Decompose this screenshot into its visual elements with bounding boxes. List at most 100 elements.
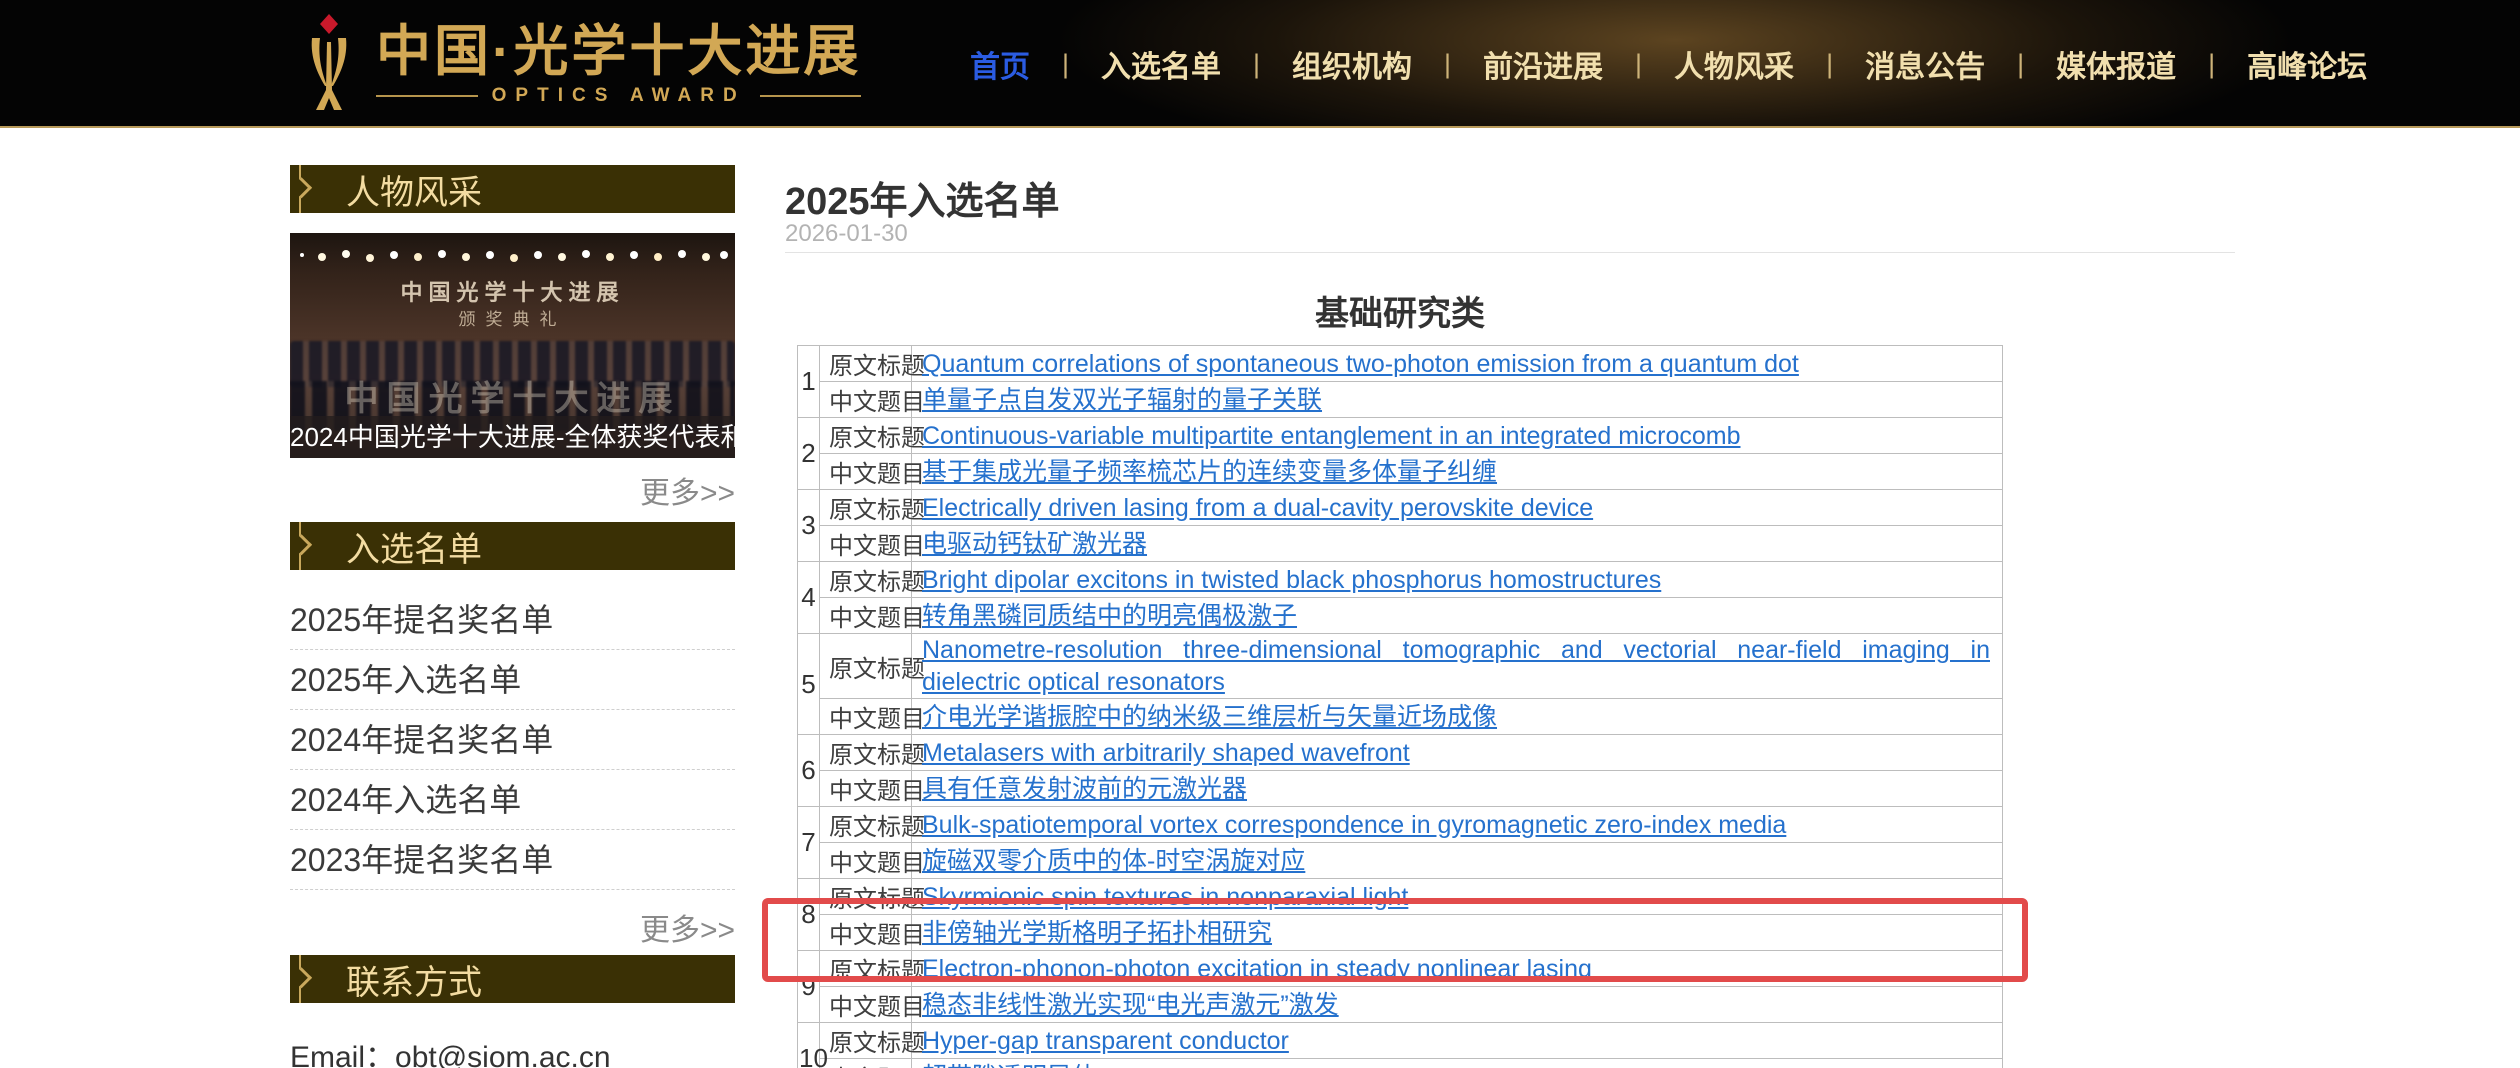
entry-link-chinese-9[interactable]: 稳态非线性激光实现“电光声激元”激发 xyxy=(922,991,1339,1019)
entry-row-original-7: 7原文标题Bulk-spatiotemporal vortex correspo… xyxy=(798,807,2003,843)
logo-subtitle-row: OPTICS AWARD xyxy=(376,85,861,107)
label-chinese-title: 中文题目 xyxy=(820,526,912,562)
sidebar-list-item-1[interactable]: 2025年入选名单 xyxy=(290,650,735,710)
divider xyxy=(785,252,2235,253)
category-heading: 基础研究类 xyxy=(797,286,2003,335)
logo-text: 中国·光学十大进展 OPTICS AWARD xyxy=(376,21,861,107)
main-nav: 首页|入选名单|组织机构|前沿进展|人物风采|消息公告|媒体报道|高峰论坛 xyxy=(960,0,2377,128)
entry-link-chinese-2[interactable]: 基于集成光量子频率梳芯片的连续变量多体量子纠缠 xyxy=(922,458,1497,486)
entry-link-original-1[interactable]: Quantum correlations of spontaneous two-… xyxy=(922,350,1799,378)
entry-number-6: 6 xyxy=(798,735,820,807)
nav-item-3[interactable]: 前沿进展 xyxy=(1473,36,1613,92)
trophy-icon xyxy=(298,12,360,116)
sidebar-header-lists-label: 入选名单 xyxy=(346,522,482,571)
photo-watermark-text: 中国光学十大进展 xyxy=(290,371,735,420)
entry-link-original-5[interactable]: Nanometre-resolution three-dimensional t… xyxy=(922,636,1990,696)
nav-separator: | xyxy=(1040,49,1091,80)
cell-original-title: Electrically driven lasing from a dual-c… xyxy=(912,490,2003,526)
chevron-right-icon xyxy=(291,177,312,198)
entry-link-original-6[interactable]: Metalasers with arbitrarily shaped wavef… xyxy=(922,739,1410,767)
sidebar-list-item-3[interactable]: 2024年入选名单 xyxy=(290,770,735,830)
nav-item-7[interactable]: 高峰论坛 xyxy=(2237,36,2377,92)
chevron-right-icon xyxy=(291,967,312,988)
entry-row-chinese-2: 中文题目基于集成光量子频率梳芯片的连续变量多体量子纠缠 xyxy=(798,454,2003,490)
entry-link-chinese-5[interactable]: 介电光学谐振腔中的纳米级三维层析与矢量近场成像 xyxy=(922,703,1497,731)
cell-original-title: Electron-phonon-photon excitation in ste… xyxy=(912,951,2003,987)
nav-item-1[interactable]: 入选名单 xyxy=(1091,36,1231,92)
cell-chinese-title: 基于集成光量子频率梳芯片的连续变量多体量子纠缠 xyxy=(912,454,2003,490)
label-chinese-title: 中文题目 xyxy=(820,987,912,1023)
label-chinese-title: 中文题目 xyxy=(820,1059,912,1068)
nav-separator: | xyxy=(1613,49,1664,80)
entry-link-original-7[interactable]: Bulk-spatiotemporal vortex correspondenc… xyxy=(922,811,1786,839)
entry-link-original-4[interactable]: Bright dipolar excitons in twisted black… xyxy=(922,566,1661,594)
cell-chinese-title: 转角黑磷同质结中的明亮偶极激子 xyxy=(912,598,2003,634)
entry-link-chinese-4[interactable]: 转角黑磷同质结中的明亮偶极激子 xyxy=(922,602,1297,630)
sidebar-list: 2025年提名奖名单2025年入选名单2024年提名奖名单2024年入选名单20… xyxy=(290,590,735,890)
entry-row-original-10: 10原文标题Hyper-gap transparent conductor xyxy=(798,1023,2003,1059)
cell-chinese-title: 单量子点自发双光子辐射的量子关联 xyxy=(912,382,2003,418)
logo-subtitle: OPTICS AWARD xyxy=(478,85,760,107)
photo-caption: 2024中国光学十大进展-全体获奖代表和颁奖嘉宾合影 xyxy=(290,416,735,458)
label-original-title: 原文标题 xyxy=(820,634,912,699)
entry-link-original-9[interactable]: Electron-phonon-photon excitation in ste… xyxy=(922,955,1592,983)
sidebar-list-item-4[interactable]: 2023年提名奖名单 xyxy=(290,830,735,890)
entry-number-10: 10 xyxy=(798,1023,820,1068)
entry-link-chinese-7[interactable]: 旋磁双零介质中的体-时空涡旋对应 xyxy=(922,847,1305,875)
entry-link-chinese-10[interactable]: 超带隙透明导体 xyxy=(922,1063,1097,1068)
page: 中国·光学十大进展 OPTICS AWARD 首页|入选名单|组织机构|前沿进展… xyxy=(0,0,2520,1068)
site-logo[interactable]: 中国·光学十大进展 OPTICS AWARD xyxy=(298,12,861,116)
cell-chinese-title: 具有任意发射波前的元激光器 xyxy=(912,771,2003,807)
sidebar-header-contact: 联系方式 xyxy=(290,955,735,1003)
entry-number-5: 5 xyxy=(798,634,820,735)
entry-number-8: 8 xyxy=(798,879,820,951)
entry-row-chinese-6: 中文题目具有任意发射波前的元激光器 xyxy=(798,771,2003,807)
label-original-title: 原文标题 xyxy=(820,490,912,526)
label-original-title: 原文标题 xyxy=(820,1023,912,1059)
entry-link-chinese-8[interactable]: 非傍轴光学斯格明子拓扑相研究 xyxy=(922,919,1272,947)
cell-original-title: Metalasers with arbitrarily shaped wavef… xyxy=(912,735,2003,771)
page-title: 2025年入选名单 xyxy=(785,170,1060,225)
entry-link-chinese-6[interactable]: 具有任意发射波前的元激光器 xyxy=(922,775,1247,803)
label-original-title: 原文标题 xyxy=(820,879,912,915)
sidebar-list-item-2[interactable]: 2024年提名奖名单 xyxy=(290,710,735,770)
nav-item-4[interactable]: 人物风采 xyxy=(1664,36,1804,92)
label-chinese-title: 中文题目 xyxy=(820,598,912,634)
entry-row-original-6: 6原文标题Metalasers with arbitrarily shaped … xyxy=(798,735,2003,771)
sidebar-header-lists: 入选名单 xyxy=(290,522,735,570)
contact-email: Email：obt@siom.ac.cn xyxy=(290,1032,735,1068)
nav-item-5[interactable]: 消息公告 xyxy=(1855,36,1995,92)
nav-item-6[interactable]: 媒体报道 xyxy=(2046,36,2186,92)
sidebar-header-people: 人物风采 xyxy=(290,165,735,213)
cell-original-title: Skyrmionic spin textures in nonparaxial … xyxy=(912,879,2003,915)
entry-number-1: 1 xyxy=(798,346,820,418)
entry-row-chinese-4: 中文题目转角黑磷同质结中的明亮偶极激子 xyxy=(798,598,2003,634)
nav-item-2[interactable]: 组织机构 xyxy=(1282,36,1422,92)
entry-link-chinese-3[interactable]: 电驱动钙钛矿激光器 xyxy=(922,530,1147,558)
photo-backdrop-title: 中国光学十大进展 xyxy=(290,275,735,307)
sidebar-header-contact-label: 联系方式 xyxy=(346,955,482,1004)
nav-item-0[interactable]: 首页 xyxy=(960,36,1040,92)
sidebar-list-item-0[interactable]: 2025年提名奖名单 xyxy=(290,590,735,650)
cell-chinese-title: 旋磁双零介质中的体-时空涡旋对应 xyxy=(912,843,2003,879)
entry-link-original-2[interactable]: Continuous-variable multipartite entangl… xyxy=(922,422,1741,450)
nav-separator: | xyxy=(1422,49,1473,80)
entry-link-original-8[interactable]: Skyrmionic spin textures in nonparaxial … xyxy=(922,883,1408,911)
entry-row-chinese-3: 中文题目电驱动钙钛矿激光器 xyxy=(798,526,2003,562)
label-chinese-title: 中文题目 xyxy=(820,915,912,951)
label-chinese-title: 中文题目 xyxy=(820,382,912,418)
entry-link-chinese-1[interactable]: 单量子点自发双光子辐射的量子关联 xyxy=(922,386,1322,414)
cell-chinese-title: 电驱动钙钛矿激光器 xyxy=(912,526,2003,562)
cell-chinese-title: 介电光学谐振腔中的纳米级三维层析与矢量近场成像 xyxy=(912,699,2003,735)
entry-row-chinese-8: 中文题目非傍轴光学斯格明子拓扑相研究 xyxy=(798,915,2003,951)
more-link-people[interactable]: 更多>> xyxy=(290,468,735,512)
cell-original-title: Quantum correlations of spontaneous two-… xyxy=(912,346,2003,382)
entry-link-original-10[interactable]: Hyper-gap transparent conductor xyxy=(922,1027,1289,1055)
label-original-title: 原文标题 xyxy=(820,951,912,987)
ceremony-photo[interactable]: 中国光学十大进展 颁奖典礼 中国光学十大进展 2024中国光学十大进展-全体获奖… xyxy=(290,233,735,458)
entry-row-chinese-10: 中文题目 超带隙透明导体 xyxy=(798,1059,2003,1068)
entry-link-original-3[interactable]: Electrically driven lasing from a dual-c… xyxy=(922,494,1593,522)
entry-row-original-9: 9原文标题Electron-phonon-photon excitation i… xyxy=(798,951,2003,987)
nav-separator: | xyxy=(1231,49,1282,80)
more-link-lists[interactable]: 更多>> xyxy=(290,905,735,949)
